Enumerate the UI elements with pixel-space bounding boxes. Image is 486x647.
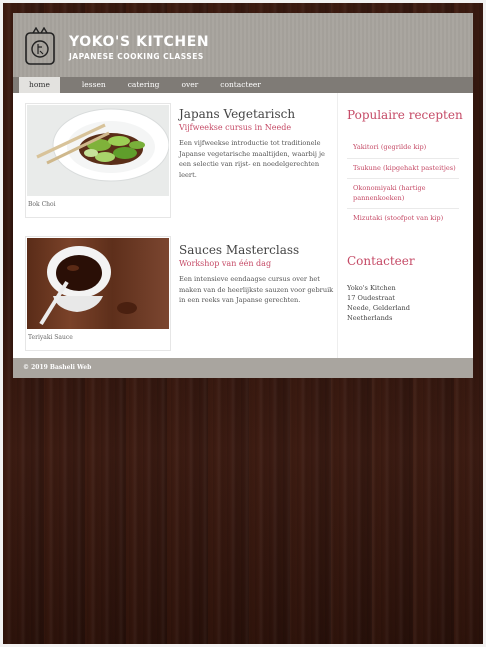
article-title[interactable]: Sauces Masterclass	[179, 243, 337, 257]
address-line: Neede, Gelderland	[347, 304, 410, 312]
address-line: Yoko's Kitchen	[347, 284, 396, 292]
contact-address: Yoko's Kitchen 17 Oudestraat Neede, Geld…	[347, 283, 410, 323]
brand-title[interactable]: YOKO'S KITCHEN	[69, 34, 209, 50]
nav-home[interactable]: home	[19, 77, 60, 93]
article-item: Sauces Masterclass Workshop van één dag …	[179, 243, 337, 306]
article-subtitle: Workshop van één dag	[179, 259, 272, 268]
recipe-list: Yakitori (gegrilde kip) Tsukune (kipgeha…	[347, 138, 459, 229]
article-image-card: Bok Choi	[25, 103, 171, 218]
copyright-text: © 2019 Basheli Web	[23, 364, 92, 371]
address-line: Neetherlands	[347, 314, 393, 322]
contact-heading: Contacteer	[347, 254, 415, 268]
popular-recipes-heading: Populaire recepten	[347, 108, 463, 122]
site-header: YOKO'S KITCHEN JAPANESE COOKING CLASSES	[13, 13, 473, 77]
brand-subtitle: JAPANESE COOKING CLASSES	[69, 52, 204, 61]
recipe-link[interactable]: Tsukune (kipgehakt pasteitjes)	[347, 159, 459, 179]
article-body: Een intensieve eendaagse cursus over het…	[179, 275, 334, 305]
bok-choi-photo	[27, 105, 169, 196]
sidebar: Populaire recepten Yakitori (gegrilde ki…	[337, 93, 474, 358]
main-content: Bok Choi Japans Vegetarisch Vijfweekse c…	[13, 93, 473, 358]
article-image-card: Teriyaki Sauce	[25, 236, 171, 351]
nav-catering[interactable]: catering	[128, 77, 160, 93]
image-caption: Teriyaki Sauce	[28, 334, 73, 341]
article-subtitle: Vijfweekse cursus in Neede	[179, 123, 292, 132]
image-caption: Bok Choi	[28, 201, 56, 208]
recipe-link[interactable]: Mizutaki (stoofpot van kip)	[347, 209, 459, 229]
page-container: YOKO'S KITCHEN JAPANESE COOKING CLASSES …	[13, 13, 473, 378]
article-item: Japans Vegetarisch Vijfweekse cursus in …	[179, 107, 337, 180]
article-body: Een vijfweekse introductie tot tradition…	[179, 139, 325, 179]
teriyaki-sauce-photo	[27, 238, 169, 329]
recipe-link[interactable]: Okonomiyaki (hartige pannenkoeken)	[347, 179, 459, 209]
bowl-logo-icon[interactable]	[25, 27, 55, 65]
main-nav: home lessen catering over contacteer	[13, 77, 473, 93]
nav-lessen[interactable]: lessen	[82, 77, 106, 93]
article-title[interactable]: Japans Vegetarisch	[179, 107, 337, 121]
nav-contacteer[interactable]: contacteer	[220, 77, 261, 93]
recipe-link[interactable]: Yakitori (gegrilde kip)	[347, 138, 459, 159]
address-line: 17 Oudestraat	[347, 294, 395, 302]
site-footer: © 2019 Basheli Web	[13, 358, 473, 378]
nav-over[interactable]: over	[181, 77, 198, 93]
articles-column: Bok Choi Japans Vegetarisch Vijfweekse c…	[23, 93, 337, 358]
